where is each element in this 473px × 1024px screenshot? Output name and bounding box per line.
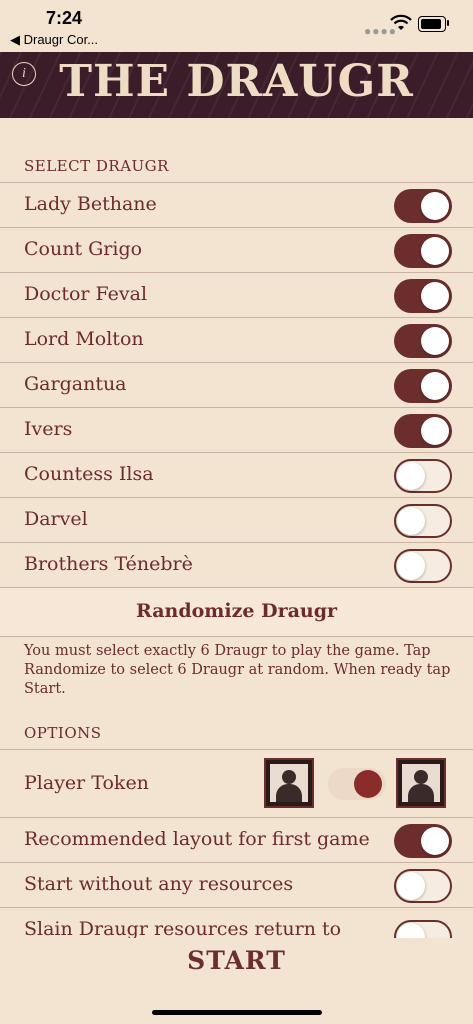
draugr-row-ivers: Ivers bbox=[0, 407, 473, 453]
status-time: 7:24 bbox=[46, 8, 83, 28]
draugr-label: Countess Ilsa bbox=[24, 463, 154, 485]
option-label: Recommended layout for first game bbox=[24, 828, 370, 850]
token-portrait-right-icon[interactable] bbox=[396, 758, 446, 808]
draugr-label: Gargantua bbox=[24, 373, 127, 395]
wifi-icon bbox=[390, 14, 412, 30]
randomize-label: Randomize Draugr bbox=[135, 600, 338, 622]
draugr-label: Darvel bbox=[24, 508, 88, 530]
battery-nub bbox=[447, 20, 449, 26]
draugr-toggle[interactable] bbox=[394, 234, 452, 268]
draugr-row-countess-ilsa: Countess Ilsa bbox=[0, 452, 473, 498]
draugr-row-count-grigo: Count Grigo bbox=[0, 227, 473, 273]
draugr-toggle[interactable] bbox=[394, 369, 452, 403]
draugr-label: Doctor Feval bbox=[24, 283, 148, 305]
draugr-label: Lord Molton bbox=[24, 328, 144, 350]
option-label: Start without any resources bbox=[24, 873, 294, 895]
draugr-toggle[interactable] bbox=[394, 279, 452, 313]
draugr-row-darvel: Darvel bbox=[0, 497, 473, 543]
draugr-row-brothers-tenebre: Brothers Ténebrè bbox=[0, 542, 473, 588]
draugr-toggle[interactable] bbox=[394, 324, 452, 358]
start-button[interactable]: START bbox=[0, 946, 473, 975]
token-portrait-left-icon[interactable] bbox=[264, 758, 314, 808]
battery-icon bbox=[418, 16, 446, 32]
select-draugr-header: SELECT DRAUGR bbox=[24, 157, 169, 175]
options-header: OPTIONS bbox=[24, 724, 102, 742]
draugr-toggle[interactable] bbox=[394, 504, 452, 538]
draugr-toggle[interactable] bbox=[394, 189, 452, 223]
draugr-label: Ivers bbox=[24, 418, 73, 440]
home-indicator bbox=[152, 1010, 322, 1015]
option-row-no-resources: Start without any resources bbox=[0, 862, 473, 908]
help-text: You must select exactly 6 Draugr to play… bbox=[24, 643, 451, 697]
option-toggle[interactable] bbox=[394, 824, 452, 858]
randomize-button[interactable]: Randomize Draugr bbox=[0, 587, 473, 637]
draugr-row-gargantua: Gargantua bbox=[0, 362, 473, 408]
draugr-row-lord-molton: Lord Molton bbox=[0, 317, 473, 363]
status-bar: 7:24 ◀ Draugr Cor... ●●●● bbox=[0, 0, 473, 52]
draugr-label: Brothers Ténebrè bbox=[24, 553, 193, 575]
option-label: Slain Draugr resources return to bbox=[24, 918, 342, 940]
draugr-row-doctor-feval: Doctor Feval bbox=[0, 272, 473, 318]
title-banner: i THE DRAUGR bbox=[0, 52, 473, 118]
draugr-toggle[interactable] bbox=[394, 549, 452, 583]
player-token-switch[interactable] bbox=[328, 768, 386, 800]
draugr-toggle[interactable] bbox=[394, 459, 452, 493]
option-row-recommended-layout: Recommended layout for first game bbox=[0, 817, 473, 863]
draugr-toggle[interactable] bbox=[394, 414, 452, 448]
draugr-row-lady-bethane: Lady Bethane bbox=[0, 182, 473, 228]
draugr-label: Lady Bethane bbox=[24, 193, 157, 215]
player-token-label: Player Token bbox=[24, 772, 149, 794]
option-toggle[interactable] bbox=[394, 869, 452, 903]
back-button[interactable]: ◀ Draugr Cor... bbox=[10, 32, 98, 48]
app-title: THE DRAUGR bbox=[59, 56, 414, 107]
draugr-label: Count Grigo bbox=[24, 238, 143, 260]
start-area: START bbox=[0, 938, 473, 1024]
